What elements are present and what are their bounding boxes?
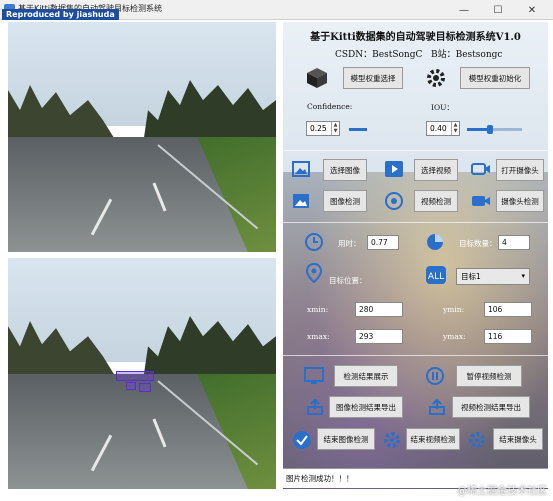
display-icon [303,366,325,386]
xmin-label: xmin: [307,305,329,314]
iou-value: 0.40 [430,124,447,133]
ymax-field: 116 [484,329,532,344]
spin-arrows-icon[interactable]: ▲ ▼ [331,122,339,135]
confidence-label: Confidence: [307,102,353,111]
original-image-view [8,22,276,252]
confidence-spinbox[interactable]: 0.25 ▲ ▼ [306,121,340,136]
count-field: 4 [498,235,530,250]
minimize-button[interactable]: — [447,0,481,20]
xmin-field: 280 [355,302,403,317]
image-views [8,22,276,489]
maximize-button[interactable]: ☐ [481,0,515,20]
select-video-button[interactable]: 选择视频 [414,159,458,181]
detection-box [116,371,154,381]
init-model-button[interactable]: 模型权重初始化 [460,67,530,89]
open-camera-button[interactable]: 打开摄像头 [496,159,544,181]
confidence-value: 0.25 [310,124,327,133]
target-select-value: 目标1 [461,272,481,281]
iou-slider[interactable] [467,125,522,134]
camera-detect-button[interactable]: 摄像头检测 [496,190,544,212]
select-image-button[interactable]: 选择图像 [323,159,367,181]
overlay-tag: Reproduced by jiashuda [2,9,119,20]
export-icon [427,397,447,417]
video-play-icon [383,159,405,179]
show-result-button[interactable]: 检测结果展示 [334,365,398,387]
chevron-down-icon: ▾ [521,272,525,280]
tree-line [8,79,276,144]
all-targets-icon: ALL [424,264,448,286]
image-icon [291,160,311,178]
ymin-field: 106 [484,302,532,317]
export-video-button[interactable]: 视频检测结果导出 [452,396,530,418]
pause-icon [424,366,446,386]
slider-handle[interactable] [487,125,493,134]
end-video-detect-button[interactable]: 结束视频检测 [406,428,460,450]
gear-icon [424,66,448,90]
iou-label: IOU： [431,103,454,112]
csdn-label: CSDN：BestSongC [335,50,423,60]
end-image-detect-button[interactable]: 结束图像检测 [317,428,375,450]
gear-icon [381,429,403,451]
position-label: 目标位置： [329,276,367,285]
app-heading: 基于Kitti数据集的自动驾驶目标检测系统V1.0 [310,32,521,43]
corner-watermark: @稀土掘金技术社区 [457,486,547,497]
detection-box [126,382,136,390]
confidence-slider[interactable] [349,128,367,131]
time-label: 用时： [338,239,361,248]
xmax-field: 293 [355,329,403,344]
cube-icon [305,66,329,90]
check-circle-icon [291,429,313,451]
location-pin-icon [303,262,325,284]
count-label: 目标数量： [459,239,497,248]
image-detect-button[interactable]: 图像检测 [323,190,367,212]
export-image-button[interactable]: 图像检测结果导出 [329,396,403,418]
svg-text:ALL: ALL [428,272,444,282]
clock-icon [303,231,325,253]
bilibili-label: B站：Bestsongc [431,50,503,60]
gear-icon [466,429,488,451]
xmax-label: xmax: [307,332,330,341]
spin-arrows-icon[interactable]: ▲ ▼ [451,122,459,135]
target-select[interactable]: 目标1 ▾ [456,268,530,285]
target-icon [383,191,405,211]
end-camera-button[interactable]: 结束摄像头 [493,428,543,450]
export-icon [305,397,325,417]
video-camera-icon [470,192,492,210]
pie-chart-icon [424,231,446,253]
camera-icon [470,160,492,178]
ymin-label: ymin: [443,305,465,314]
time-field: 0.77 [367,235,399,250]
close-button[interactable]: ✕ [515,0,549,20]
ymax-label: ymax: [443,332,466,341]
select-model-button[interactable]: 模型权重选择 [343,67,403,89]
result-image-view [8,258,276,489]
video-detect-button[interactable]: 视频检测 [414,190,458,212]
iou-spinbox[interactable]: 0.40 ▲ ▼ [426,121,460,136]
detection-box [139,383,151,392]
control-panel: 基于Kitti数据集的自动驾驶目标检测系统V1.0 CSDN：BestSongC… [283,22,548,489]
image-detect-icon [291,192,311,210]
pause-video-button[interactable]: 暂停视频检测 [456,365,522,387]
